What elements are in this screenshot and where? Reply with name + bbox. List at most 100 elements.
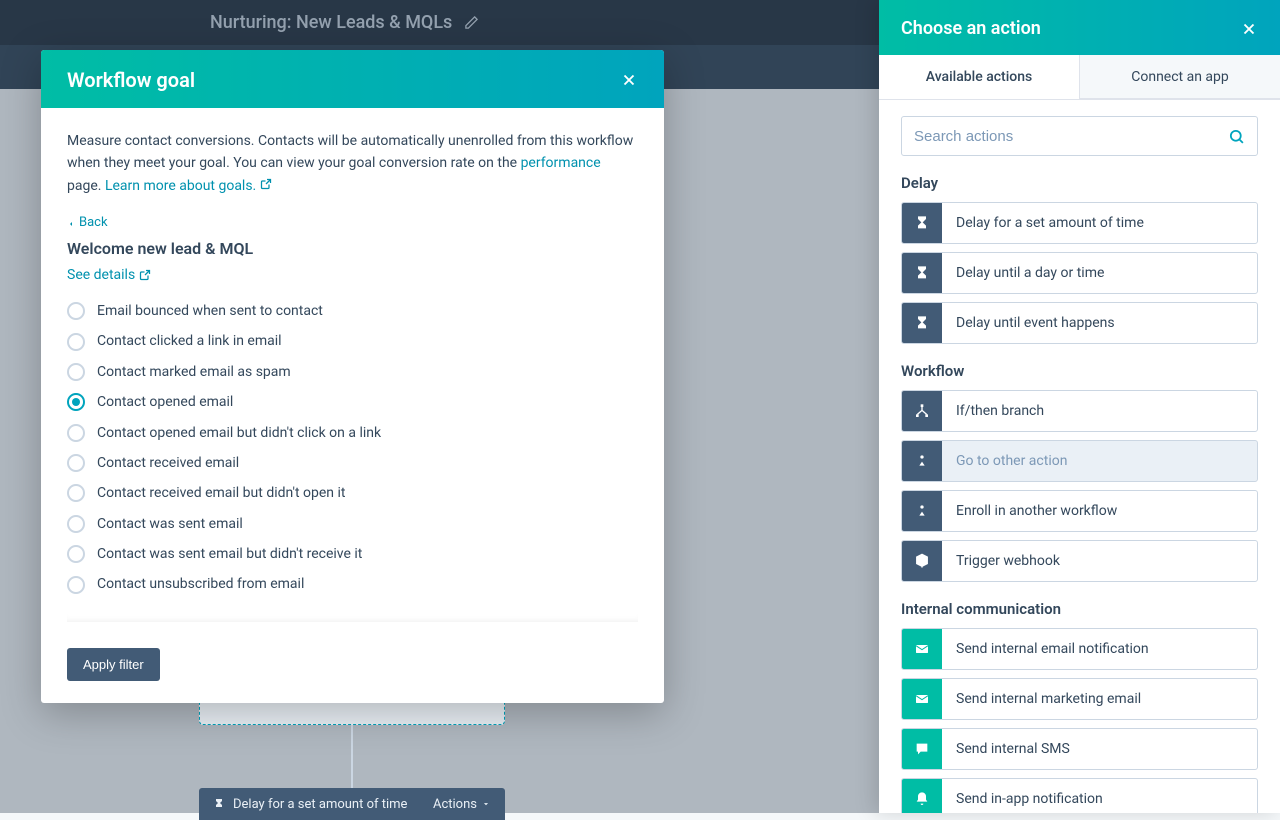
radio-label: Contact received email but didn't open i… <box>97 482 346 504</box>
hourglass-icon <box>902 203 942 243</box>
radio-option[interactable]: Contact unsubscribed from email <box>67 573 638 595</box>
radio-label: Contact was sent email but didn't receiv… <box>97 543 362 565</box>
search-box[interactable] <box>901 116 1258 156</box>
external-link-icon <box>260 178 272 190</box>
action-item[interactable]: Go to other action <box>901 440 1258 482</box>
radio-list: Email bounced when sent to contact Contac… <box>67 300 638 596</box>
action-item[interactable]: If/then branch <box>901 390 1258 432</box>
action-label: Send internal email notification <box>942 629 1163 669</box>
modal-description: Measure contact conversions. Contacts wi… <box>67 130 638 197</box>
goto-icon <box>902 441 942 481</box>
panel-tabs: Available actions Connect an app <box>879 55 1280 100</box>
performance-link[interactable]: performance <box>521 155 601 171</box>
radio-icon <box>67 302 85 320</box>
radio-label: Contact received email <box>97 452 239 474</box>
desc-text-2: page. <box>67 178 105 194</box>
radio-icon <box>67 363 85 381</box>
bell-icon <box>902 779 942 813</box>
close-icon[interactable] <box>620 71 638 89</box>
action-item[interactable]: Send internal marketing email <box>901 678 1258 720</box>
action-label: Send in-app notification <box>942 779 1117 813</box>
action-label: Send internal SMS <box>942 729 1084 769</box>
radio-icon <box>67 393 85 411</box>
learn-more-text: Learn more about goals. <box>105 178 256 194</box>
hourglass-icon <box>902 303 942 343</box>
category-title: Delay <box>901 174 1258 192</box>
apply-filter-button[interactable]: Apply filter <box>67 648 160 681</box>
delay-card[interactable]: Delay for a set amount of time Actions <box>199 788 505 820</box>
action-item[interactable]: Send internal SMS <box>901 728 1258 770</box>
close-icon[interactable] <box>1240 20 1258 38</box>
goto-icon <box>902 491 942 531</box>
action-item[interactable]: Enroll in another workflow <box>901 490 1258 532</box>
action-item[interactable]: Delay for a set amount of time <box>901 202 1258 244</box>
learn-more-link[interactable]: Learn more about goals. <box>105 178 272 194</box>
action-item[interactable]: Trigger webhook <box>901 540 1258 582</box>
action-label: Delay until a day or time <box>942 253 1118 293</box>
back-link[interactable]: Back <box>67 213 638 234</box>
tab-connect-app[interactable]: Connect an app <box>1080 55 1280 99</box>
action-label: Trigger webhook <box>942 541 1074 581</box>
see-details-text: See details <box>67 264 135 286</box>
search-icon <box>1228 128 1245 145</box>
tab-available-actions[interactable]: Available actions <box>879 55 1080 99</box>
modal-body: Measure contact conversions. Contacts wi… <box>41 108 664 648</box>
action-item[interactable]: Send internal email notification <box>901 628 1258 670</box>
chevron-down-icon <box>481 799 491 809</box>
action-item[interactable]: Delay until a day or time <box>901 252 1258 294</box>
search-input[interactable] <box>914 128 1228 145</box>
goal-name: Welcome new lead & MQL <box>67 236 638 262</box>
radio-option[interactable]: Contact opened email <box>67 391 638 413</box>
hourglass-icon <box>213 798 225 810</box>
see-details-link[interactable]: See details <box>67 264 151 286</box>
radio-icon <box>67 576 85 594</box>
sms-icon <box>902 729 942 769</box>
action-item[interactable]: Send in-app notification <box>901 778 1258 813</box>
action-label: Enroll in another workflow <box>942 491 1131 531</box>
radio-option[interactable]: Contact was sent email <box>67 513 638 535</box>
modal-footer: Apply filter <box>41 648 664 703</box>
mail-icon <box>902 629 942 669</box>
hourglass-icon <box>902 253 942 293</box>
chevron-left-icon <box>67 219 75 229</box>
radio-option[interactable]: Contact received email but didn't open i… <box>67 482 638 504</box>
radio-option[interactable]: Contact marked email as spam <box>67 361 638 383</box>
radio-icon <box>67 424 85 442</box>
panel-content: DelayDelay for a set amount of timeDelay… <box>879 100 1280 813</box>
actions-dropdown[interactable]: Actions <box>433 797 491 812</box>
action-list: Send internal email notification Send int… <box>901 628 1258 813</box>
action-label: Send internal marketing email <box>942 679 1155 719</box>
radio-option[interactable]: Contact was sent email but didn't receiv… <box>67 543 638 565</box>
radio-label: Contact unsubscribed from email <box>97 573 304 595</box>
action-list: If/then branch Go to other action Enroll i… <box>901 390 1258 582</box>
radio-icon <box>67 333 85 351</box>
branch-icon <box>902 391 942 431</box>
radio-label: Contact marked email as spam <box>97 361 291 383</box>
delay-label: Delay for a set amount of time <box>233 797 407 812</box>
action-list: Delay for a set amount of time Delay unti… <box>901 202 1258 344</box>
categories-container: DelayDelay for a set amount of timeDelay… <box>901 174 1258 813</box>
panel-header: Choose an action <box>879 0 1280 55</box>
action-item[interactable]: Delay until event happens <box>901 302 1258 344</box>
radio-icon <box>67 484 85 502</box>
action-panel: Choose an action Available actions Conne… <box>879 0 1280 813</box>
radio-label: Contact was sent email <box>97 513 243 535</box>
radio-option[interactable]: Email bounced when sent to contact <box>67 300 638 322</box>
workflow-goal-modal: Workflow goal Measure contact conversion… <box>41 50 664 703</box>
radio-icon <box>67 515 85 533</box>
action-label: Delay for a set amount of time <box>942 203 1158 243</box>
radio-label: Contact clicked a link in email <box>97 330 282 352</box>
radio-label: Contact opened email but didn't click on… <box>97 422 381 444</box>
action-label: If/then branch <box>942 391 1058 431</box>
shadow-line <box>67 614 638 622</box>
radio-label: Contact opened email <box>97 391 233 413</box>
radio-label: Email bounced when sent to contact <box>97 300 323 322</box>
actions-label: Actions <box>433 797 477 812</box>
radio-option[interactable]: Contact received email <box>67 452 638 474</box>
radio-icon <box>67 545 85 563</box>
action-label: Go to other action <box>942 441 1081 481</box>
external-link-icon <box>139 269 151 281</box>
radio-option[interactable]: Contact clicked a link in email <box>67 330 638 352</box>
radio-option[interactable]: Contact opened email but didn't click on… <box>67 422 638 444</box>
panel-title: Choose an action <box>901 18 1041 39</box>
